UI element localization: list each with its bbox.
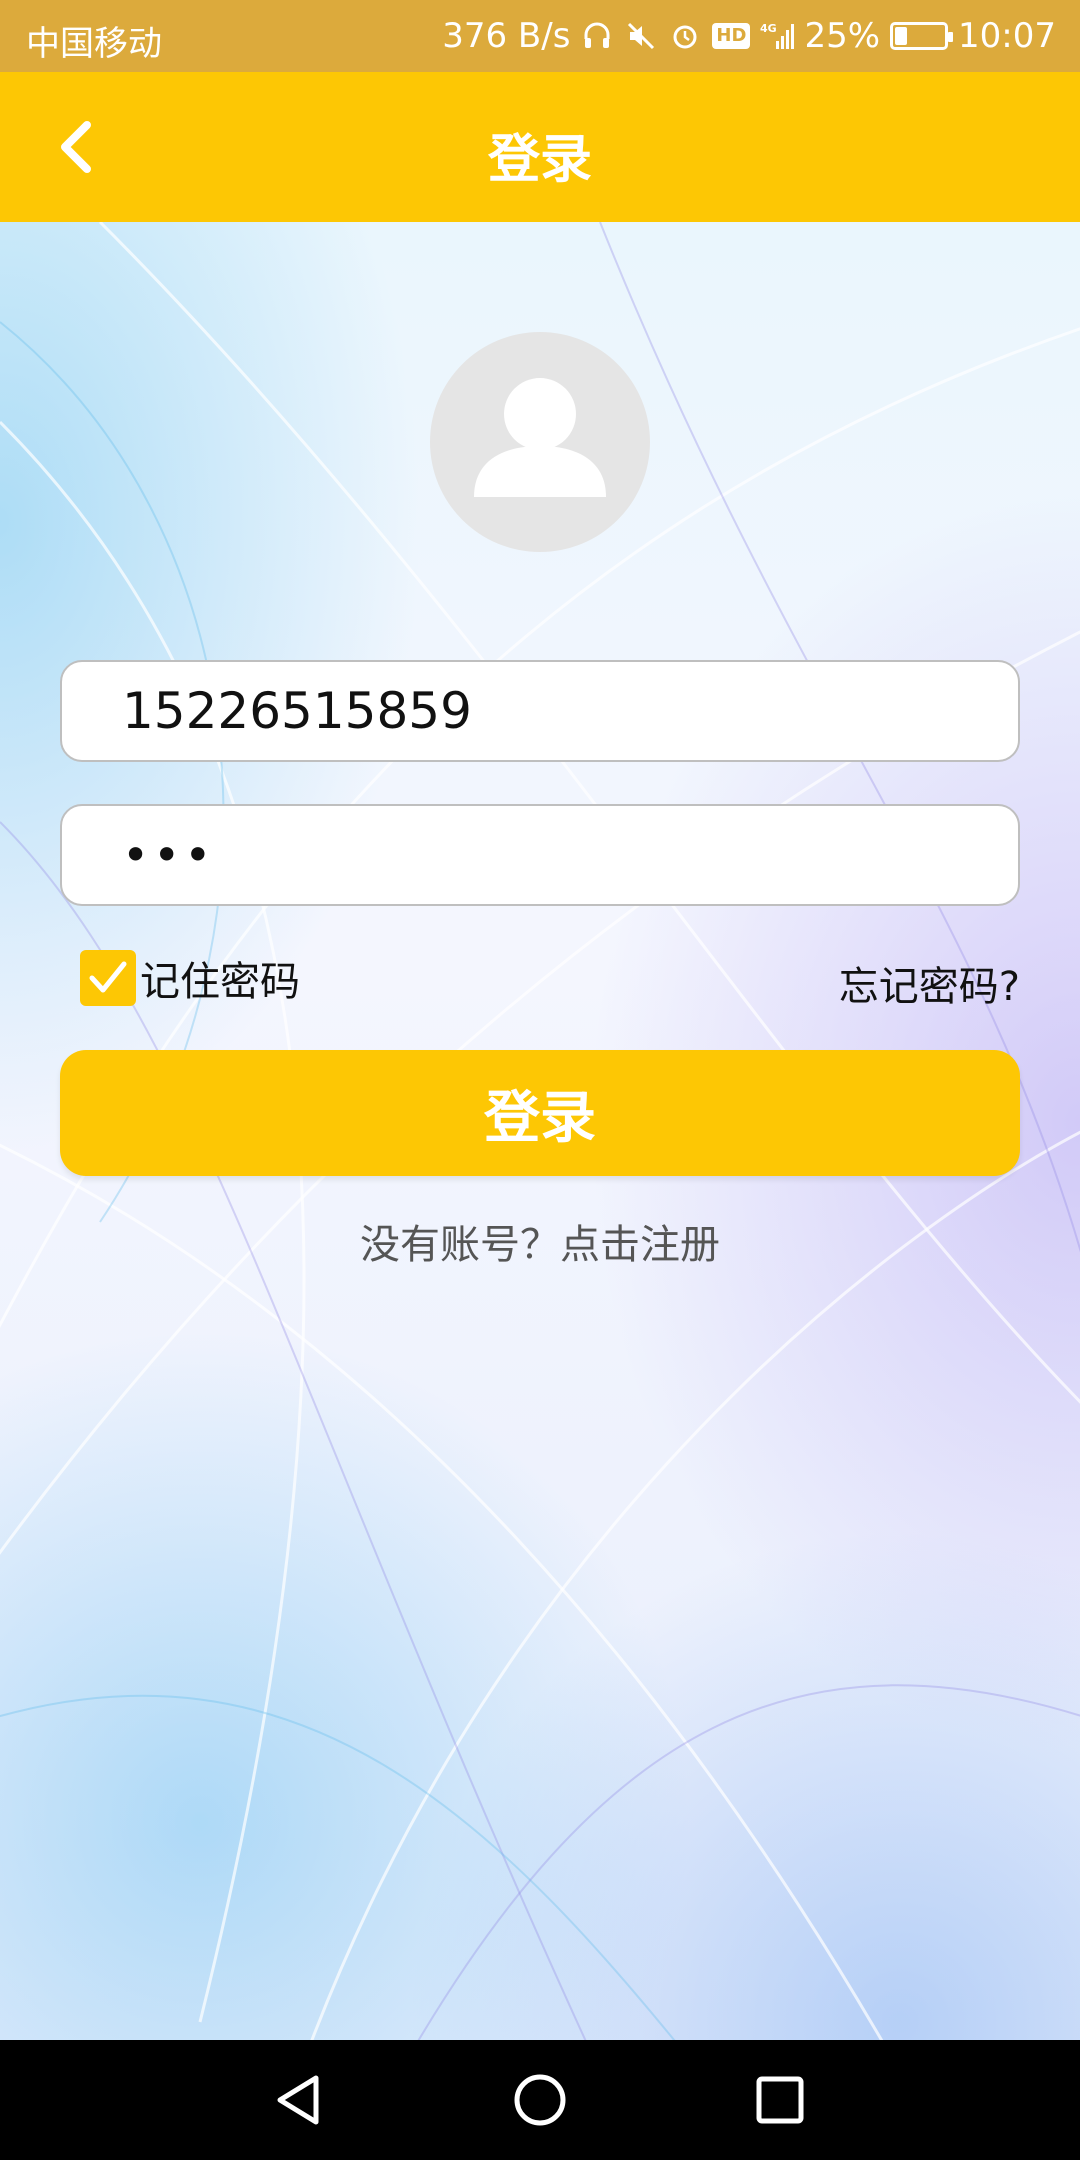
nav-back-button[interactable] — [270, 2070, 330, 2130]
password-value: ••• — [122, 828, 216, 882]
remember-password-label: 记住密码 — [140, 959, 300, 1005]
carrier-name: 中国移动 — [26, 24, 162, 64]
square-recents-icon — [756, 2076, 804, 2124]
username-value: 15226515859 — [122, 682, 472, 740]
net-speed: 376 B/s — [442, 16, 571, 56]
clock: 10:07 — [958, 16, 1056, 56]
forgot-password-link[interactable]: 忘记密码? — [839, 954, 1020, 1012]
system-nav-bar — [0, 2040, 1080, 2160]
circle-home-icon — [514, 2074, 566, 2126]
nav-recents-button[interactable] — [750, 2070, 810, 2130]
nav-home-button[interactable] — [510, 2070, 570, 2130]
register-link[interactable]: 没有账号？点击注册 — [0, 1212, 1080, 1270]
signal-icon: 4G — [760, 19, 795, 53]
login-content: 15226515859 ••• 记住密码 忘记密码? 登录 没有账号？点击注册 — [0, 222, 1080, 2040]
remember-password-checkbox[interactable]: 记住密码 — [80, 948, 300, 1008]
battery-icon — [890, 22, 954, 50]
triangle-back-icon — [277, 2075, 319, 2125]
login-button[interactable]: 登录 — [60, 1050, 1020, 1176]
page-title: 登录 — [487, 130, 592, 190]
status-bar: 中国移动 376 B/s HD 4G 25% 10:07 — [0, 0, 1080, 72]
mute-icon — [624, 19, 658, 53]
battery-fill — [895, 27, 908, 45]
password-input[interactable]: ••• — [60, 804, 1020, 906]
battery-percent: 25% — [804, 16, 881, 56]
alarm-icon — [668, 19, 702, 53]
checkbox-checked-icon — [80, 950, 136, 1006]
app-header: 登录 — [0, 72, 1080, 222]
hd-icon: HD — [712, 23, 751, 49]
status-icons: 376 B/s HD 4G 25% 10:07 — [442, 12, 1056, 60]
user-avatar-icon — [430, 332, 650, 552]
username-input[interactable]: 15226515859 — [60, 660, 1020, 762]
svg-text:4G: 4G — [760, 22, 777, 35]
headphones-icon — [580, 19, 614, 53]
